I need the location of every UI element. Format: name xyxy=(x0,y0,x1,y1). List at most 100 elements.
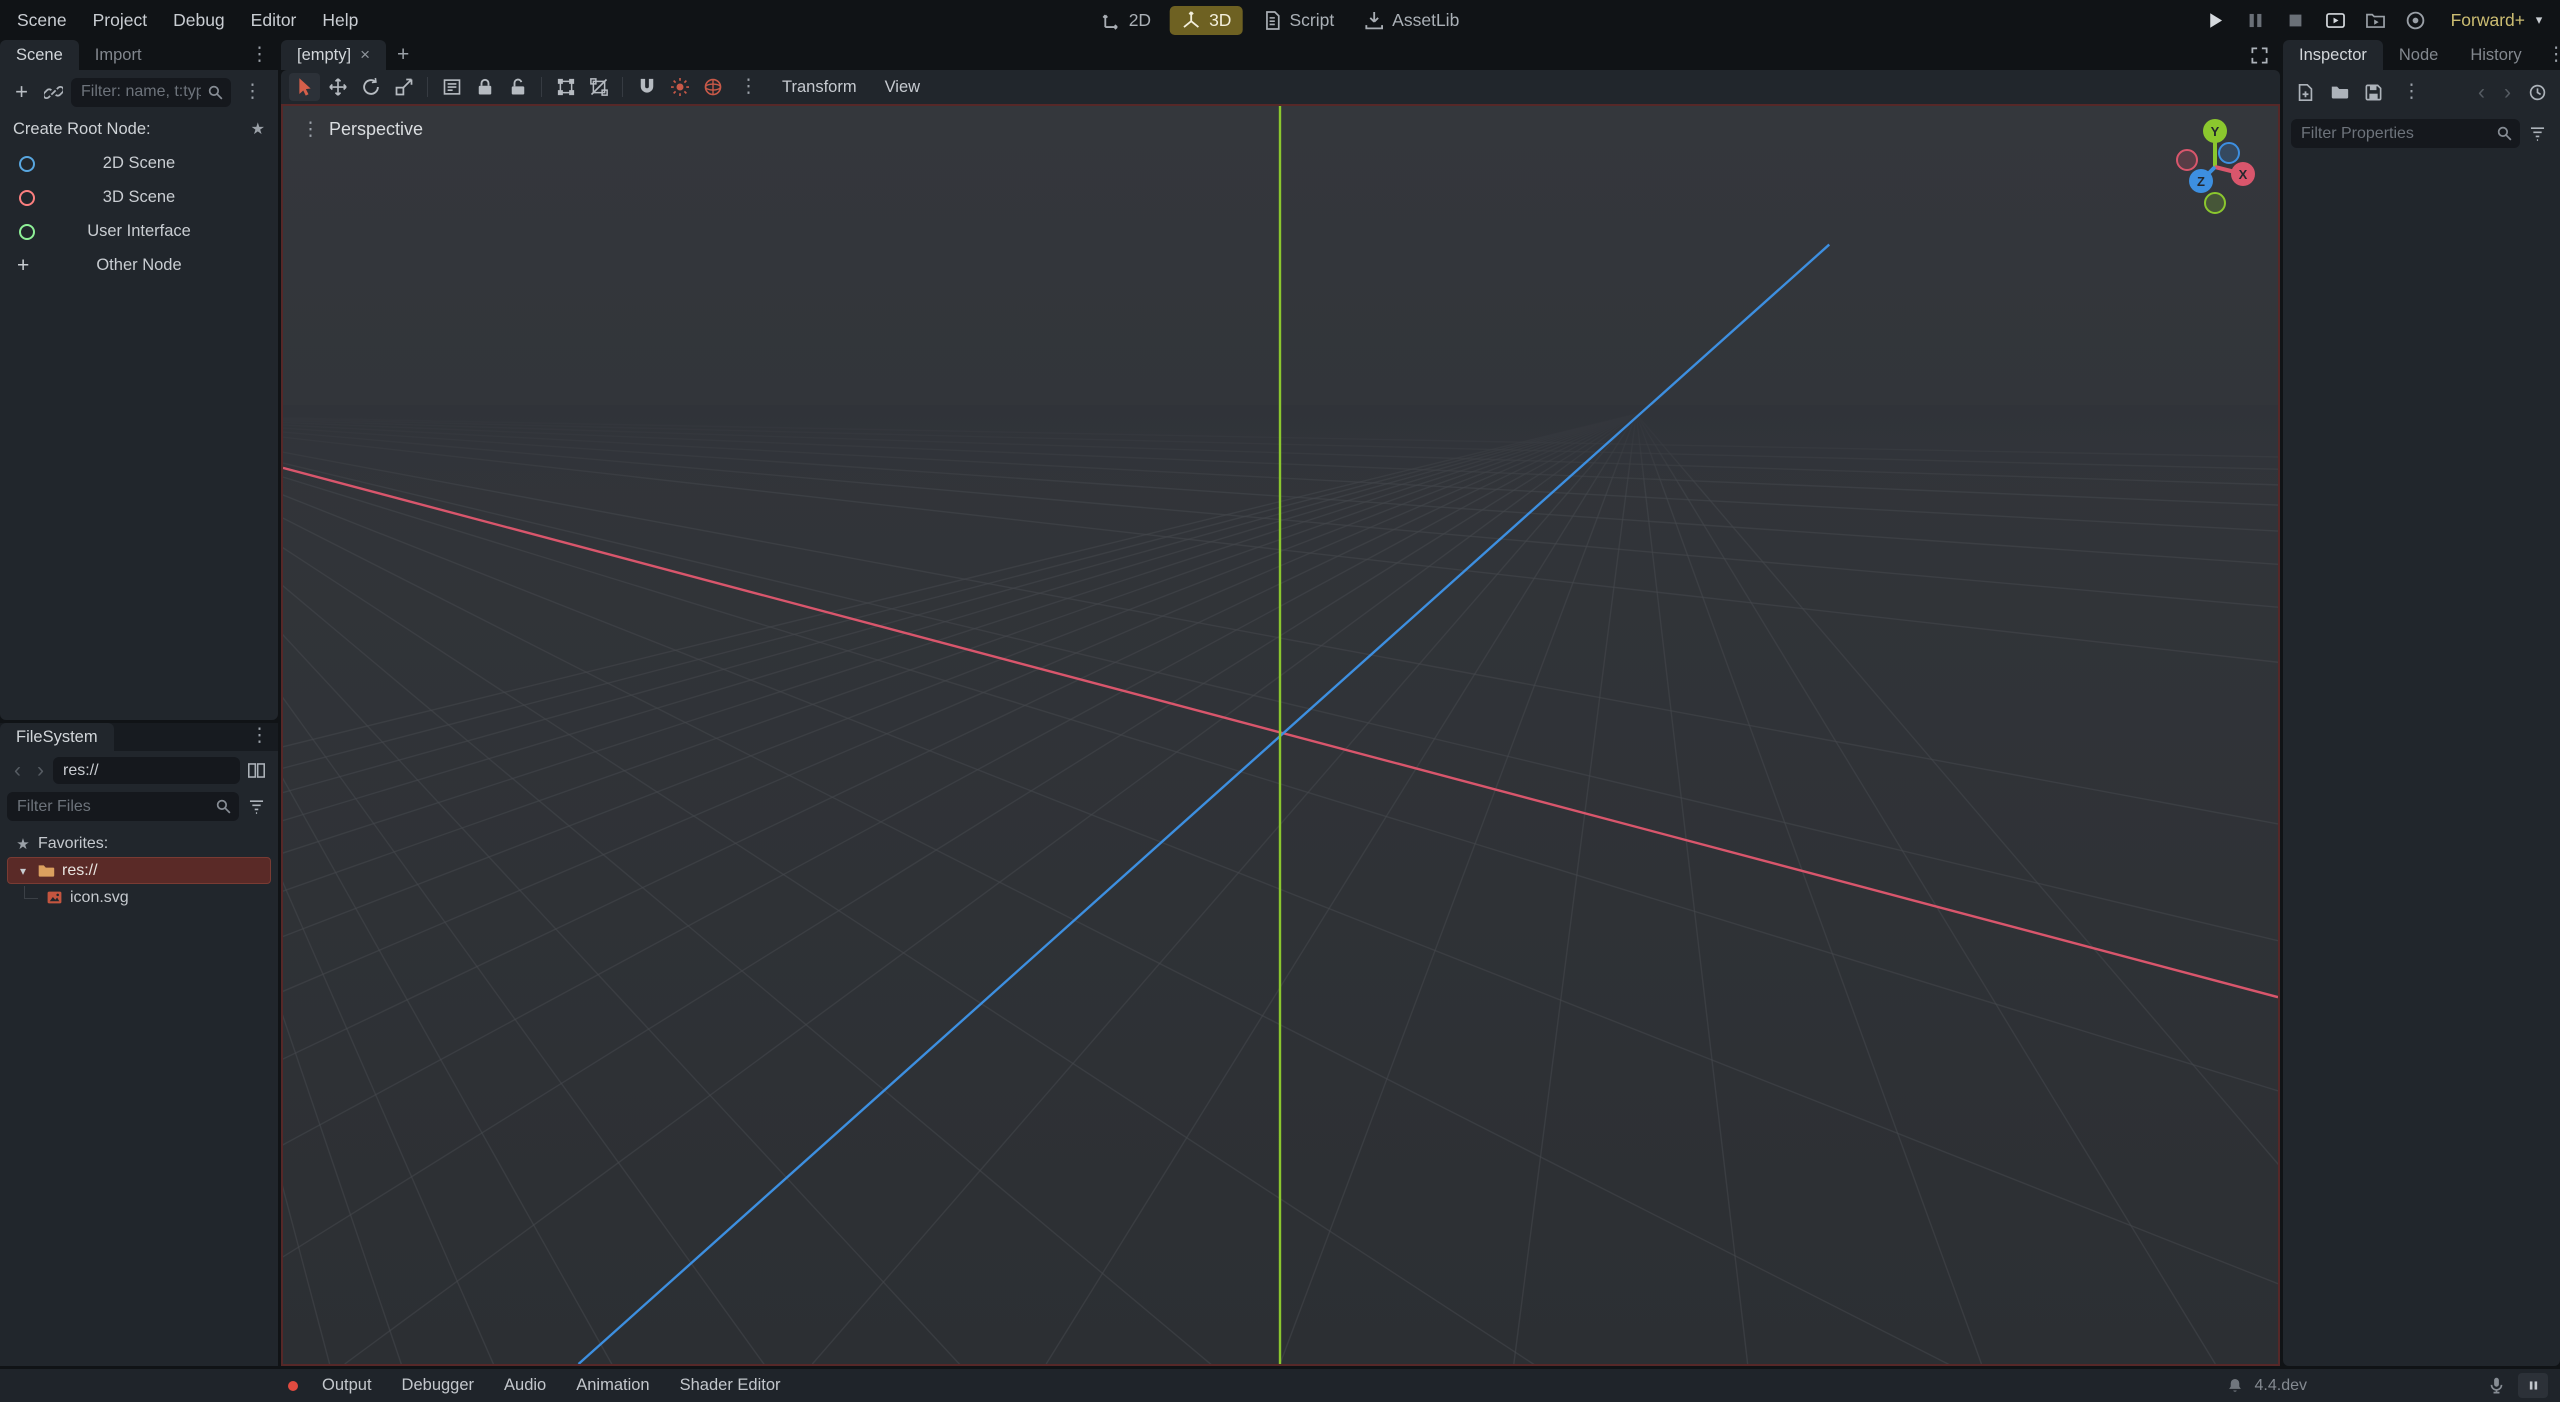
edit-forward-icon[interactable]: › xyxy=(2497,79,2518,106)
history-back-icon[interactable]: ‹ xyxy=(7,757,28,784)
main-editor-area: [empty] × + ⋮ Transform View xyxy=(281,40,2280,1366)
tab-inspector[interactable]: Inspector xyxy=(2283,40,2383,70)
audio-panel-button[interactable]: Audio xyxy=(489,1376,561,1395)
notification-bell-icon[interactable] xyxy=(2226,1377,2244,1395)
svg-text:Y: Y xyxy=(2211,124,2220,139)
tab-filesystem[interactable]: FileSystem xyxy=(0,723,114,751)
pause-button[interactable] xyxy=(2245,10,2266,31)
pause-bars-icon xyxy=(2527,1379,2540,1392)
view-menu[interactable]: View xyxy=(872,78,933,97)
play-scene-button[interactable] xyxy=(2325,10,2346,31)
favorites-row[interactable]: ★ Favorites: xyxy=(7,830,271,857)
play-button[interactable] xyxy=(2205,10,2226,31)
list-select-button[interactable] xyxy=(436,73,467,101)
movie-maker-button[interactable] xyxy=(2405,10,2426,31)
tab-scene[interactable]: Scene xyxy=(0,40,79,70)
menu-scene[interactable]: Scene xyxy=(4,0,80,40)
create-root-heading: Create Root Node: xyxy=(13,120,151,139)
scene-filter-wrap xyxy=(71,78,231,107)
stop-button[interactable] xyxy=(2285,10,2306,31)
link-icon xyxy=(44,83,63,102)
history-forward-icon[interactable]: › xyxy=(30,757,51,784)
scene-tree-menu-icon[interactable]: ⋮ xyxy=(234,77,271,107)
animation-panel-button[interactable]: Animation xyxy=(561,1376,664,1395)
edit-back-icon[interactable]: ‹ xyxy=(2471,79,2492,106)
menu-help[interactable]: Help xyxy=(309,0,371,40)
clock-icon xyxy=(2528,83,2547,102)
distraction-free-button[interactable] xyxy=(2245,41,2274,70)
list-select-icon xyxy=(442,77,462,97)
resource-options-icon[interactable]: ⋮ xyxy=(2393,77,2430,107)
scale-tool-button[interactable] xyxy=(388,73,419,101)
navigation-gizmo[interactable]: Y X Z xyxy=(2160,112,2270,222)
current-path-field[interactable]: res:// xyxy=(53,757,240,784)
rotate-tool-button[interactable] xyxy=(355,73,386,101)
workspace-script-button[interactable]: Script xyxy=(1250,6,1345,35)
renderer-dropdown[interactable]: Forward+ ▾ xyxy=(2451,10,2546,31)
ungroup-icon xyxy=(589,77,609,97)
unlock-selected-button[interactable] xyxy=(502,73,533,101)
menu-debug[interactable]: Debug xyxy=(160,0,238,40)
property-filter-input[interactable] xyxy=(2291,119,2520,148)
debugger-panel-button[interactable]: Debugger xyxy=(387,1376,489,1395)
menu-project[interactable]: Project xyxy=(80,0,160,40)
snap-toggle-button[interactable] xyxy=(631,73,662,101)
preview-environment-button[interactable] xyxy=(697,73,728,101)
inspector-dock-menu-icon[interactable]: ⋮ xyxy=(2538,40,2560,70)
sun-environment-menu-icon[interactable]: ⋮ xyxy=(730,72,767,102)
lock-selected-button[interactable] xyxy=(469,73,500,101)
new-resource-button[interactable] xyxy=(2291,78,2320,107)
microphone-icon[interactable] xyxy=(2487,1376,2506,1395)
tab-history[interactable]: History xyxy=(2454,40,2537,70)
perspective-menu-button[interactable]: ⋮ Perspective xyxy=(301,118,423,141)
create-3d-scene-button[interactable]: 3D Scene xyxy=(7,182,271,213)
property-sort-button[interactable] xyxy=(2523,119,2552,148)
select-tool-button[interactable] xyxy=(289,73,320,101)
shader-editor-panel-button[interactable]: Shader Editor xyxy=(665,1376,796,1395)
scene-dock-menu-icon[interactable]: ⋮ xyxy=(241,40,278,70)
load-resource-button[interactable] xyxy=(2325,78,2354,107)
menu-editor[interactable]: Editor xyxy=(238,0,310,40)
toggle-split-mode-button[interactable] xyxy=(242,756,271,785)
file-filter-input[interactable] xyxy=(7,792,239,821)
save-resource-button[interactable] xyxy=(2359,78,2388,107)
favorite-star-icon[interactable]: ★ xyxy=(251,119,265,139)
workspace-2d-button[interactable]: 2D xyxy=(1090,6,1162,35)
add-node-button[interactable]: + xyxy=(7,78,36,107)
ungroup-selected-button[interactable] xyxy=(583,73,614,101)
workspace-assetlib-button[interactable]: AssetLib xyxy=(1353,6,1470,35)
environment-icon xyxy=(703,77,723,97)
tree-item-icon-svg[interactable]: icon.svg xyxy=(7,884,271,911)
file-sort-button[interactable] xyxy=(242,792,271,821)
close-icon[interactable]: × xyxy=(360,40,370,70)
scene-tab-label: [empty] xyxy=(297,40,351,70)
instance-scene-button[interactable] xyxy=(39,78,68,107)
tab-node[interactable]: Node xyxy=(2383,40,2454,70)
file-filter-row xyxy=(7,792,271,821)
tab-import[interactable]: Import xyxy=(79,40,158,70)
viewport-3d[interactable]: ⋮ Perspective Y X Z xyxy=(281,104,2280,1366)
bottom-panel-bar: Output Debugger Audio Animation Shader E… xyxy=(0,1366,2560,1402)
filesystem-nav-row: ‹ › res:// xyxy=(7,756,271,785)
scene-tab-empty[interactable]: [empty] × xyxy=(281,40,386,70)
workspace-3d-button[interactable]: 3D xyxy=(1170,6,1242,35)
folder-open-icon xyxy=(2330,83,2349,102)
play-custom-scene-button[interactable] xyxy=(2365,10,2386,31)
perspective-label: Perspective xyxy=(329,119,423,140)
history-clock-button[interactable] xyxy=(2523,78,2552,107)
create-user-interface-button[interactable]: User Interface xyxy=(7,216,271,247)
toolbar-separator xyxy=(541,77,542,97)
create-other-node-button[interactable]: + Other Node xyxy=(7,250,271,281)
create-2d-scene-button[interactable]: 2D Scene xyxy=(7,148,271,179)
pause-indicator-button[interactable] xyxy=(2518,1373,2548,1398)
top-menu-bar: Scene Project Debug Editor Help 2D 3D Sc… xyxy=(0,0,2560,40)
preview-sun-button[interactable] xyxy=(664,73,695,101)
output-panel-button[interactable]: Output xyxy=(307,1376,387,1395)
collapse-icon[interactable]: ▾ xyxy=(16,864,30,878)
transform-menu[interactable]: Transform xyxy=(769,78,870,97)
move-tool-button[interactable] xyxy=(322,73,353,101)
new-scene-tab-button[interactable]: + xyxy=(386,40,420,70)
group-selected-button[interactable] xyxy=(550,73,581,101)
tree-item-res-root[interactable]: ▾ res:// xyxy=(7,857,271,884)
filesystem-menu-icon[interactable]: ⋮ xyxy=(241,721,278,751)
